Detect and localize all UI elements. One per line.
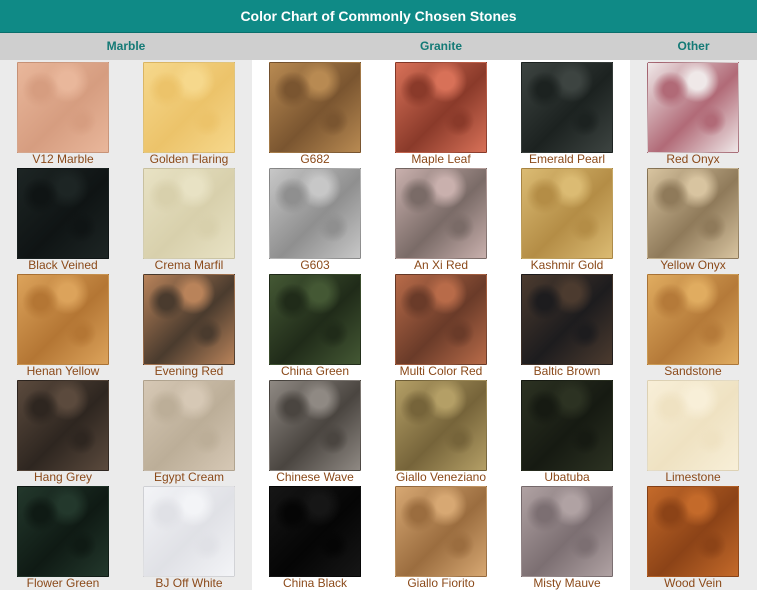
stone-name-label: BJ Off White <box>155 576 223 590</box>
stone-tile: Maple Leaf <box>378 60 504 166</box>
stone-swatch-image <box>647 274 739 365</box>
stone-tile: G603 <box>252 166 378 272</box>
stone-tile: China Black <box>252 484 378 590</box>
stone-name-label: Ubatuba <box>544 470 590 484</box>
stone-tile: Evening Red <box>126 272 252 378</box>
stone-swatch-image <box>143 486 235 577</box>
stone-swatch-image <box>269 62 361 153</box>
stone-tile: Wood Vein <box>630 484 756 590</box>
stone-swatch-image <box>17 380 109 471</box>
stone-swatch-image <box>17 274 109 365</box>
stone-name-label: Evening Red <box>154 364 224 378</box>
stone-tile: Misty Mauve <box>504 484 630 590</box>
stone-tile: Sandstone <box>630 272 756 378</box>
stone-name-label: Emerald Pearl <box>528 152 606 166</box>
stone-swatch-image <box>647 62 739 153</box>
stone-swatch-image <box>269 486 361 577</box>
stone-tile: Henan Yellow <box>0 272 126 378</box>
stone-name-label: Henan Yellow <box>26 364 100 378</box>
stone-swatch-image <box>395 274 487 365</box>
chart-title: Color Chart of Commonly Chosen Stones <box>0 0 757 33</box>
stone-tile: Ubatuba <box>504 378 630 484</box>
stone-swatch-image <box>521 380 613 471</box>
stone-swatch-image <box>395 168 487 259</box>
stone-name-label: Yellow Onyx <box>660 258 726 272</box>
stone-name-label: V12 Marble <box>32 152 94 166</box>
stone-name-label: Golden Flaring <box>149 152 229 166</box>
stone-swatch-image <box>521 62 613 153</box>
stone-tile: Yellow Onyx <box>630 166 756 272</box>
stone-tile: Egypt Cream <box>126 378 252 484</box>
stone-swatch-image <box>269 380 361 471</box>
stone-swatch-image <box>17 62 109 153</box>
stone-name-label: G682 <box>300 152 330 166</box>
stone-name-label: Crema Marfil <box>154 258 224 272</box>
stone-swatch-image <box>647 486 739 577</box>
stone-swatch-image <box>269 168 361 259</box>
stone-tile: Baltic Brown <box>504 272 630 378</box>
stone-swatch-image <box>521 168 613 259</box>
stone-swatch-image <box>143 62 235 153</box>
stone-name-label: Kashmir Gold <box>530 258 604 272</box>
stone-tile: An Xi Red <box>378 166 504 272</box>
stone-name-label: Baltic Brown <box>533 364 601 378</box>
stone-swatch-image <box>647 168 739 259</box>
stone-tile: Flower Green <box>0 484 126 590</box>
stone-tile: China Green <box>252 272 378 378</box>
stone-swatch-image <box>143 168 235 259</box>
stone-name-label: Red Onyx <box>666 152 720 166</box>
stone-name-label: Giallo Fiorito <box>407 576 475 590</box>
stone-tile: Giallo Fiorito <box>378 484 504 590</box>
stone-swatch-image <box>395 62 487 153</box>
stone-name-label: Misty Mauve <box>533 576 601 590</box>
stone-name-label: Chinese Wave <box>276 470 354 484</box>
stone-name-label: Black Veined <box>28 258 98 272</box>
stone-swatch-image <box>521 486 613 577</box>
stone-tile: Giallo Veneziano <box>378 378 504 484</box>
stone-tile: Red Onyx <box>630 60 756 166</box>
stone-tile: V12 Marble <box>0 60 126 166</box>
category-bar: Marble Granite Other <box>0 33 757 60</box>
stone-name-label: Giallo Veneziano <box>395 470 487 484</box>
stone-tile: Multi Color Red <box>378 272 504 378</box>
stone-name-label: Limestone <box>665 470 721 484</box>
stone-name-label: Multi Color Red <box>399 364 483 378</box>
stone-swatch-image <box>17 486 109 577</box>
category-granite: Granite <box>419 39 462 53</box>
stone-name-label: China Black <box>282 576 348 590</box>
stone-tile: Chinese Wave <box>252 378 378 484</box>
stone-name-label: Sandstone <box>664 364 722 378</box>
stone-name-label: G603 <box>300 258 330 272</box>
stone-swatch-image <box>143 380 235 471</box>
stone-tile: Black Veined <box>0 166 126 272</box>
category-other: Other <box>677 39 710 53</box>
stone-tile: BJ Off White <box>126 484 252 590</box>
stone-tile: Hang Grey <box>0 378 126 484</box>
stone-tile: Emerald Pearl <box>504 60 630 166</box>
category-marble: Marble <box>106 39 146 53</box>
stone-name-label: An Xi Red <box>413 258 469 272</box>
stone-tile: Golden Flaring <box>126 60 252 166</box>
stone-tile: Crema Marfil <box>126 166 252 272</box>
stone-name-label: Flower Green <box>26 576 100 590</box>
stone-tile: Limestone <box>630 378 756 484</box>
stone-name-label: China Green <box>280 364 350 378</box>
stone-swatch-image <box>395 380 487 471</box>
stone-swatch-image <box>269 274 361 365</box>
stone-name-label: Egypt Cream <box>153 470 225 484</box>
stone-name-label: Maple Leaf <box>411 152 471 166</box>
stone-tile: Kashmir Gold <box>504 166 630 272</box>
stone-name-label: Wood Vein <box>664 576 722 590</box>
stone-swatch-image <box>17 168 109 259</box>
stone-name-label: Hang Grey <box>33 470 93 484</box>
stone-tile: G682 <box>252 60 378 166</box>
stone-swatch-image <box>395 486 487 577</box>
stone-swatch-image <box>521 274 613 365</box>
stone-swatch-image <box>647 380 739 471</box>
stone-swatch-image <box>143 274 235 365</box>
